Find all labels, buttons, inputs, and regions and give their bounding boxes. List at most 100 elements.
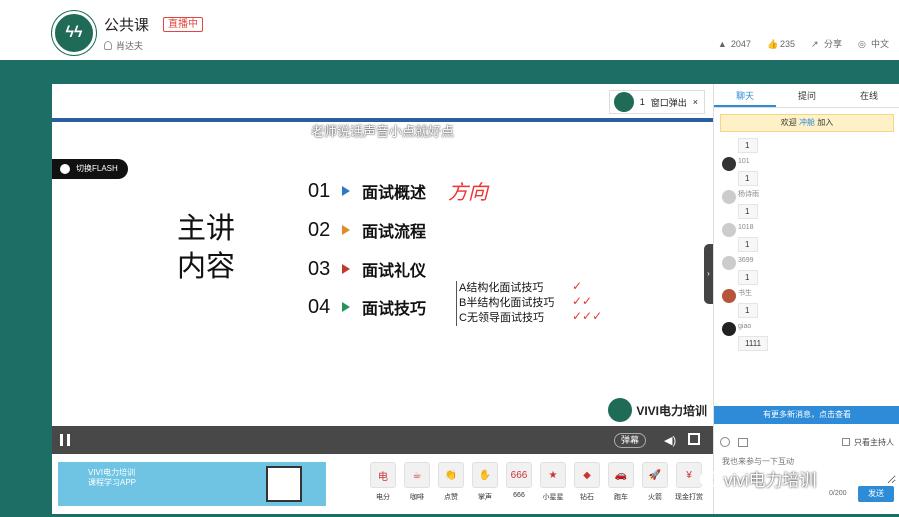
brand-index: 1	[639, 97, 645, 107]
rocket-icon: 🚀	[642, 462, 668, 488]
language-label: 中文	[870, 39, 889, 49]
outline-text: 面试礼仪	[362, 263, 427, 280]
outline-num: 01	[308, 179, 331, 202]
outline-text: 面试概述	[362, 185, 427, 202]
gift-label: 666	[513, 492, 525, 499]
image-icon[interactable]	[738, 437, 748, 447]
hand-icon: ✋	[472, 462, 498, 488]
chat-message: 101 1	[720, 157, 894, 186]
gift-label: 电分	[376, 494, 390, 501]
message-author: 1018	[738, 224, 754, 231]
gift-item[interactable]: 电电分	[368, 462, 398, 502]
message-text: 1	[738, 303, 758, 318]
sub-item-list: A结构化面试技巧 B半结构化面试技巧 C无领导面试技巧	[456, 281, 554, 326]
gift-icon: 电	[370, 462, 396, 488]
outline-text: 面试流程	[362, 224, 427, 241]
outline-num: 02	[308, 218, 331, 241]
send-button[interactable]: 发送	[858, 486, 894, 502]
chat-toolbar: 只看主持人	[714, 434, 899, 450]
danmu-toggle[interactable]: 弹幕	[614, 433, 647, 448]
app-ad-banner[interactable]: VIVI电力培训 课程学习APP	[58, 462, 326, 506]
message-text: 1	[738, 138, 758, 153]
share-button[interactable]: ↗ 分享	[811, 37, 842, 50]
message-text: 1	[738, 204, 758, 219]
message-list[interactable]: 1 101 1 杨诗雨 1 1018 1 3699 1 书生 1 giao 1111	[714, 130, 899, 406]
checkbox[interactable]	[842, 438, 850, 446]
chat-message: 1018 1	[720, 223, 894, 252]
gift-label: 跑车	[614, 494, 628, 501]
close-icon[interactable]: ×	[693, 97, 698, 107]
share-icon: ↗	[810, 39, 819, 49]
sub-item: A结构化面试技巧	[459, 282, 544, 294]
language-select[interactable]: ◎ 中文	[858, 37, 889, 50]
slide-heading-line2: 内容	[177, 249, 236, 283]
globe-icon: ◎	[857, 39, 866, 49]
check-mark: ✓✓✓	[572, 309, 603, 323]
tab-chat[interactable]: 聊天	[714, 84, 776, 107]
gift-item[interactable]: ☕ 咖啡	[402, 462, 432, 502]
qr-code	[266, 466, 302, 502]
thumbs-count: 235	[779, 38, 795, 49]
new-messages-notice[interactable]: 有更多新消息，点击查看	[714, 406, 899, 424]
gift-item[interactable]: 🚗 跑车	[606, 462, 636, 502]
video-watermark: VIVI电力培训	[608, 396, 707, 424]
char-counter: 0/200	[829, 490, 847, 497]
outline-item-3: 03 面试礼仪	[308, 257, 426, 281]
chat-tabs: 聊天 提问 在线	[714, 84, 899, 108]
video-player[interactable]: 1 窗口弹出 × 老师说话声音小点就好点 切换FLASH 主讲 内容 01 面试…	[52, 84, 713, 454]
gift-item[interactable]: 👏 点赞	[436, 462, 466, 502]
ad-text: VIVI电力培训 课程学习APP	[88, 468, 136, 488]
fullscreen-icon[interactable]	[688, 433, 700, 445]
outline-item-2: 02 面试流程	[308, 218, 426, 242]
slide-heading: 主讲 内容	[177, 209, 235, 285]
emoji-icon[interactable]	[720, 437, 730, 447]
ad-line1: VIVI电力培训	[88, 468, 136, 477]
welcome-suffix: 加入	[817, 118, 834, 127]
share-label: 分享	[823, 39, 842, 49]
clap-icon: 👏	[438, 462, 464, 488]
gift-item[interactable]: ◆ 钻石	[572, 462, 602, 502]
gift-item[interactable]: ★ 小星星	[538, 462, 568, 502]
star-icon: ★	[540, 462, 566, 488]
gift-item[interactable]: ✋ 掌声	[470, 462, 500, 502]
welcome-prefix: 欢迎	[780, 118, 797, 127]
message-author: 杨诗雨	[738, 191, 759, 198]
tab-questions[interactable]: 提问	[776, 84, 838, 107]
outline-num: 03	[308, 257, 331, 280]
popout-box: 1 窗口弹出 ×	[608, 90, 705, 114]
message-text: 1111	[738, 336, 769, 351]
handwritten-note: 方向	[448, 182, 488, 204]
gift-label: 现金打赏	[675, 494, 703, 501]
switch-flash-button[interactable]: 切换FLASH	[52, 159, 128, 179]
check-mark: ✓✓	[572, 294, 593, 308]
course-title: 公共课	[104, 17, 150, 34]
volume-icon[interactable]: ◀)	[664, 434, 676, 447]
watermark-text: VIVI电力培训	[636, 403, 707, 418]
triangle-icon	[342, 186, 350, 196]
message-text: 1	[738, 270, 758, 285]
gift-label: 火箭	[648, 494, 662, 501]
host-only-label: 只看主持人	[854, 437, 894, 447]
outline-text: 面试技巧	[362, 301, 427, 318]
header-stats: ▲ 2047 👍 235 ↗ 分享 ◎ 中文	[718, 37, 889, 50]
gift-item[interactable]: 🚀 火箭	[640, 462, 670, 502]
check-marks: ✓ ✓✓ ✓✓✓	[572, 279, 602, 324]
popout-button[interactable]: 窗口弹出	[651, 96, 687, 109]
pause-icon[interactable]	[60, 434, 70, 446]
666-icon: 666	[506, 462, 532, 488]
diamond-icon: ◆	[574, 462, 600, 488]
coffee-icon: ☕	[404, 462, 430, 488]
fire-icon: ▲	[717, 39, 727, 49]
avatar	[722, 157, 736, 171]
gift-item[interactable]: 666 666	[504, 462, 534, 502]
likes-stat[interactable]: ▲ 2047	[717, 39, 751, 50]
thumbs-stat[interactable]: 👍 235	[767, 38, 795, 50]
gift-label: 咖啡	[410, 494, 424, 501]
tab-online[interactable]: 在线	[838, 84, 899, 107]
message-author: 3699	[738, 257, 754, 264]
host-only-toggle[interactable]: 只看主持人	[842, 437, 894, 448]
coin-icon: ¥	[676, 462, 702, 488]
chat-message: giao 1111	[720, 322, 894, 351]
message-text: 1	[738, 171, 758, 186]
collapse-handle[interactable]: ›	[704, 244, 713, 304]
